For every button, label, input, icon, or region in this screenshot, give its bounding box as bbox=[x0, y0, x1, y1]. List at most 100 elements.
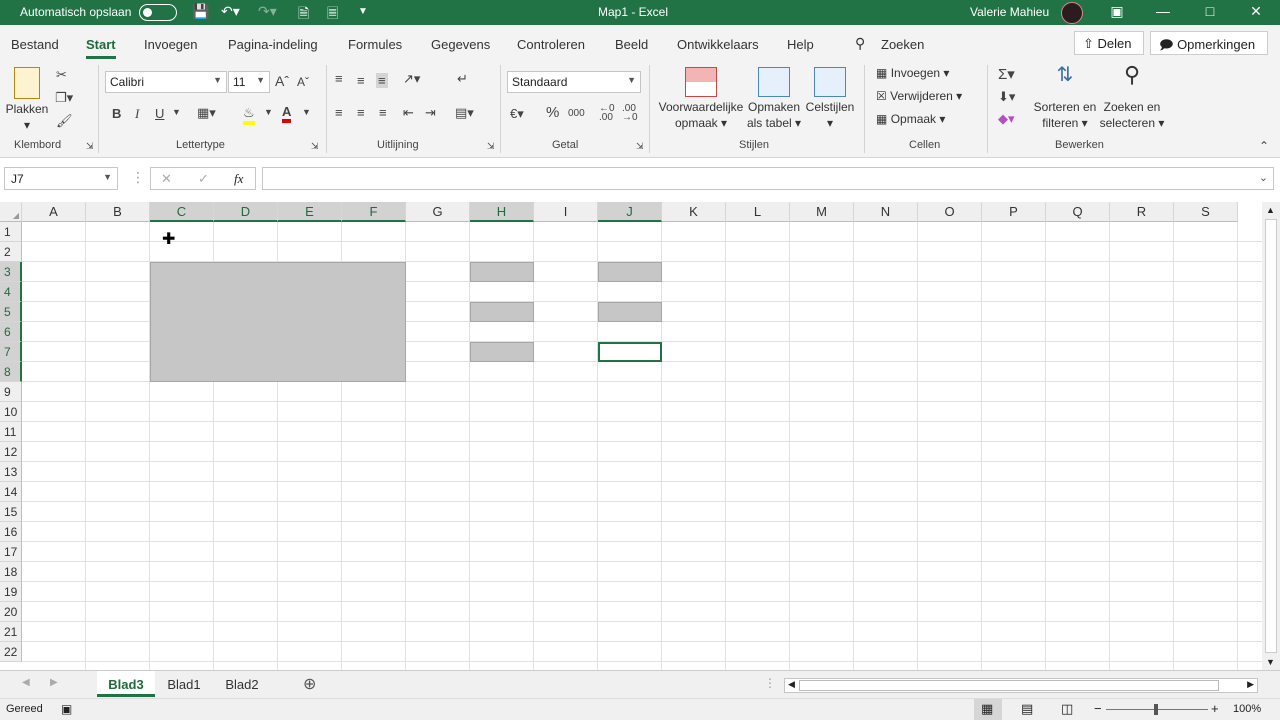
zoom-level[interactable]: 100% bbox=[1233, 703, 1261, 715]
row-header-20[interactable]: 20 bbox=[0, 602, 22, 622]
comments-button[interactable]: 🗩 Opmerkingen bbox=[1150, 31, 1268, 55]
sheet-tab-blad3[interactable]: Blad3 bbox=[97, 671, 155, 697]
insert-function-button[interactable]: fx bbox=[234, 171, 243, 187]
horizontal-scrollbar[interactable]: ◀ ▶ bbox=[784, 678, 1258, 693]
tab-help[interactable]: Help bbox=[787, 37, 814, 52]
align-top-icon[interactable]: ≡ bbox=[335, 71, 343, 86]
row-header-12[interactable]: 12 bbox=[0, 442, 22, 462]
scroll-left-icon[interactable]: ◀ bbox=[788, 679, 795, 690]
save-icon[interactable]: 💾 bbox=[192, 3, 209, 20]
row-header-7[interactable]: 7 bbox=[0, 342, 22, 362]
selected-range[interactable] bbox=[150, 262, 406, 382]
tab-beeld[interactable]: Beeld bbox=[615, 37, 648, 52]
selected-range[interactable] bbox=[598, 262, 662, 282]
find-select-button[interactable]: ⚲ Zoeken en selecteren ▾ bbox=[1099, 64, 1165, 131]
alignment-launcher-icon[interactable]: ⇲ bbox=[487, 141, 495, 152]
expand-icon[interactable]: ⌄ bbox=[1259, 171, 1268, 184]
row-header-3[interactable]: 3 bbox=[0, 262, 22, 282]
column-header-e[interactable]: E bbox=[278, 202, 342, 222]
column-header-a[interactable]: A bbox=[22, 202, 86, 222]
tab-pagina-indeling[interactable]: Pagina-indeling bbox=[228, 37, 318, 52]
close-icon[interactable]: ✕ bbox=[1241, 3, 1271, 20]
share-button[interactable]: ⇧ Delen bbox=[1074, 31, 1144, 55]
align-middle-icon[interactable]: ≡ bbox=[357, 73, 365, 88]
row-header-9[interactable]: 9 bbox=[0, 382, 22, 402]
chevron-down-icon[interactable]: ▼ bbox=[172, 107, 181, 117]
decrease-decimal-icon[interactable]: .00 →0 bbox=[622, 104, 638, 123]
increase-font-icon[interactable]: Aˆ bbox=[275, 73, 289, 89]
clipboard-launcher-icon[interactable]: ⇲ bbox=[86, 141, 94, 152]
selected-range[interactable] bbox=[470, 262, 534, 282]
spreadsheet-grid[interactable]: ◢ A B C D E F G H I J K L M N O P Q R S 1 2 3 4 5 6 7 8 9 10 11 12 13 14… bbox=[0, 202, 1262, 670]
merge-center-icon[interactable]: ▤▾ bbox=[455, 105, 474, 121]
search-box[interactable]: Zoeken bbox=[881, 37, 924, 52]
format-as-table-button[interactable]: Opmaken als tabel ▾ bbox=[745, 67, 803, 131]
column-header-o[interactable]: O bbox=[918, 202, 982, 222]
active-cell[interactable] bbox=[598, 342, 662, 362]
collapse-ribbon-icon[interactable]: ⌃ bbox=[1259, 139, 1269, 153]
font-name-select[interactable]: Calibri ▼ bbox=[105, 71, 227, 93]
align-bottom-icon[interactable]: ≡ bbox=[376, 73, 388, 88]
column-header-d[interactable]: D bbox=[214, 202, 278, 222]
sort-filter-button[interactable]: ⇅ Sorteren en filteren ▾ bbox=[1033, 65, 1097, 131]
row-header-4[interactable]: 4 bbox=[0, 282, 22, 302]
column-header-r[interactable]: R bbox=[1110, 202, 1174, 222]
fill-color-icon[interactable]: ♨ bbox=[243, 105, 255, 125]
tab-controleren[interactable]: Controleren bbox=[517, 37, 585, 52]
thousands-button[interactable]: 000 bbox=[568, 108, 585, 119]
decrease-indent-icon[interactable]: ⇤ bbox=[403, 105, 414, 121]
column-header-f[interactable]: F bbox=[342, 202, 406, 222]
fill-icon[interactable]: ⬇▾ bbox=[998, 89, 1015, 105]
formula-input[interactable]: ⌄ bbox=[262, 167, 1274, 190]
row-header-11[interactable]: 11 bbox=[0, 422, 22, 442]
add-sheet-icon[interactable]: ⊕ bbox=[303, 674, 316, 694]
delete-cells-button[interactable]: ☒ Verwijderen ▾ bbox=[876, 89, 962, 103]
row-header-2[interactable]: 2 bbox=[0, 242, 22, 262]
open-icon[interactable]: 🗏 bbox=[327, 3, 338, 27]
row-header-17[interactable]: 17 bbox=[0, 542, 22, 562]
column-header-p[interactable]: P bbox=[982, 202, 1046, 222]
font-size-select[interactable]: 11 ▼ bbox=[228, 71, 270, 93]
next-sheet-icon[interactable]: ▶ bbox=[50, 677, 58, 688]
row-header-13[interactable]: 13 bbox=[0, 462, 22, 482]
column-header-b[interactable]: B bbox=[86, 202, 150, 222]
row-header-22[interactable]: 22 bbox=[0, 642, 22, 662]
page-break-icon[interactable]: ◫ bbox=[1061, 701, 1073, 717]
paste-button[interactable]: Plakken ▾ bbox=[5, 67, 49, 133]
copy-icon[interactable]: ❐▾ bbox=[55, 90, 73, 106]
new-file-icon[interactable]: 🗎 bbox=[298, 3, 309, 27]
scroll-up-icon[interactable]: ▲ bbox=[1266, 205, 1275, 215]
zoom-slider-thumb[interactable] bbox=[1154, 704, 1158, 715]
selected-range[interactable] bbox=[598, 302, 662, 322]
tab-gegevens[interactable]: Gegevens bbox=[431, 37, 490, 52]
borders-icon[interactable]: ▦▾ bbox=[197, 105, 216, 121]
autosave-toggle[interactable] bbox=[139, 4, 177, 21]
bold-button[interactable]: B bbox=[112, 106, 121, 121]
row-header-1[interactable]: 1 bbox=[0, 222, 22, 242]
confirm-icon[interactable]: ✓ bbox=[198, 171, 209, 187]
row-header-8[interactable]: 8 bbox=[0, 362, 22, 382]
format-cells-button[interactable]: ▦ Opmaak ▾ bbox=[876, 112, 945, 126]
row-header-14[interactable]: 14 bbox=[0, 482, 22, 502]
percent-button[interactable]: % bbox=[546, 104, 559, 121]
cut-icon[interactable]: ✂ bbox=[56, 67, 67, 83]
conditional-format-button[interactable]: Voorwaardelijke opmaak ▾ bbox=[657, 67, 745, 131]
column-header-k[interactable]: K bbox=[662, 202, 726, 222]
chevron-down-icon[interactable]: ▼ bbox=[264, 107, 273, 117]
column-header-g[interactable]: G bbox=[406, 202, 470, 222]
column-header-l[interactable]: L bbox=[726, 202, 790, 222]
orientation-icon[interactable]: ↗▾ bbox=[403, 71, 420, 87]
font-color-icon[interactable]: A bbox=[282, 104, 292, 123]
clear-icon[interactable]: ◆▾ bbox=[998, 111, 1015, 127]
number-launcher-icon[interactable]: ⇲ bbox=[636, 141, 644, 152]
sheet-tab-blad2[interactable]: Blad2 bbox=[213, 671, 271, 697]
tab-formules[interactable]: Formules bbox=[348, 37, 402, 52]
column-header-j[interactable]: J bbox=[598, 202, 662, 222]
number-format-select[interactable]: Standaard ▼ bbox=[507, 71, 641, 93]
row-header-10[interactable]: 10 bbox=[0, 402, 22, 422]
tab-invoegen[interactable]: Invoegen bbox=[144, 37, 198, 52]
row-header-15[interactable]: 15 bbox=[0, 502, 22, 522]
align-left-icon[interactable]: ≡ bbox=[335, 105, 343, 120]
column-header-q[interactable]: Q bbox=[1046, 202, 1110, 222]
cell-styles-button[interactable]: Celstijlen ▾ bbox=[804, 67, 856, 131]
